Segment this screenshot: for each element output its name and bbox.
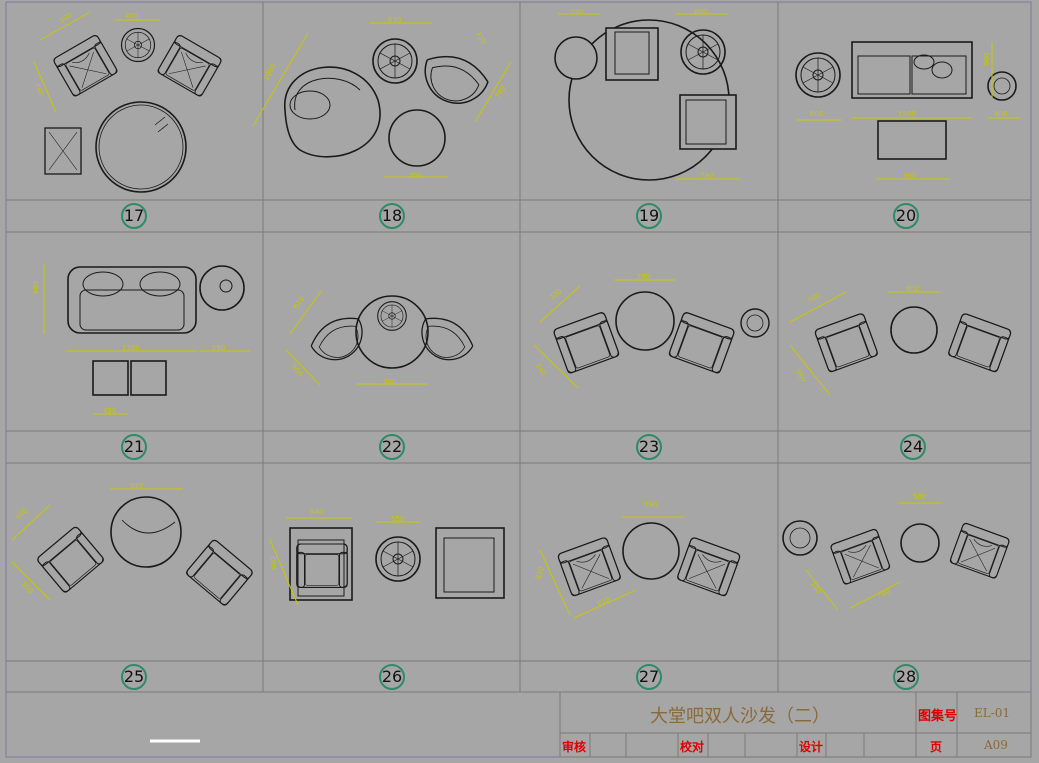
dimension-label: 900 [983, 52, 991, 66]
furniture-group-23 [533, 279, 770, 389]
dimension-label: 860 [270, 556, 278, 570]
page-label: 页 [930, 740, 943, 754]
dimension-label: 600 [810, 110, 824, 118]
furniture-group-17 [33, 11, 222, 193]
dimension-label: 560 [212, 344, 226, 352]
dimension-label: 400 [994, 110, 1008, 118]
dimension-label: 780 [700, 172, 714, 180]
dimension-label: 840 [310, 508, 324, 516]
furniture-group-19 [554, 13, 740, 181]
group-number-27: 27 [636, 664, 662, 690]
furniture-group-22 [285, 289, 479, 386]
furniture-group-21 [43, 264, 250, 415]
group-number-20: 20 [893, 203, 919, 229]
dimension-label: 550 [570, 8, 584, 16]
dimension-label: 780 [637, 273, 651, 281]
dimension-label: 900 [903, 172, 917, 180]
dimension-label: 880 [32, 280, 40, 294]
design-label: 设计 [799, 740, 824, 754]
dimension-label: 630 [388, 16, 402, 24]
furniture-group-18 [252, 22, 512, 178]
group-number-24: 24 [900, 434, 926, 460]
furniture-group-25 [11, 488, 255, 607]
furniture-group-26 [269, 517, 505, 606]
drawing-set-value: EL-01 [974, 706, 1011, 720]
dimension-label: 1700 [122, 344, 140, 352]
sheet-border [5, 1, 1032, 758]
dimension-label: 700 [409, 172, 423, 180]
drawing-sheet [5, 1, 1032, 758]
sheet-title: 大堂吧双人沙发（二） [650, 706, 830, 727]
group-number-28: 28 [893, 664, 919, 690]
furniture-group-27 [539, 516, 741, 619]
group-number-22: 22 [379, 434, 405, 460]
dimension-label: 900 [383, 378, 397, 386]
check-label: 校对 [680, 740, 705, 754]
dimension-label: 450 [125, 12, 139, 20]
group-number-17: 17 [121, 203, 147, 229]
group-number-19: 19 [636, 203, 662, 229]
group-number-23: 23 [636, 434, 662, 460]
group-number-26: 26 [379, 664, 405, 690]
review-label: 审核 [562, 740, 587, 754]
dimension-label: 550 [391, 515, 405, 523]
dimension-label: 600 [906, 285, 920, 293]
group-number-21: 21 [121, 434, 147, 460]
dimension-label: 450 [103, 407, 117, 415]
dimension-label: 780 [644, 501, 658, 509]
group-number-25: 25 [121, 664, 147, 690]
dimension-label: 910 [130, 482, 144, 490]
dimension-label: 1500 [898, 110, 916, 118]
furniture-group-24 [789, 291, 1013, 396]
page-value: A09 [984, 738, 1008, 752]
dimension-label: 660 [694, 8, 708, 16]
group-number-18: 18 [379, 203, 405, 229]
drawing-set-label: 图集号 [918, 709, 958, 724]
dimension-label: 500 [913, 493, 927, 501]
